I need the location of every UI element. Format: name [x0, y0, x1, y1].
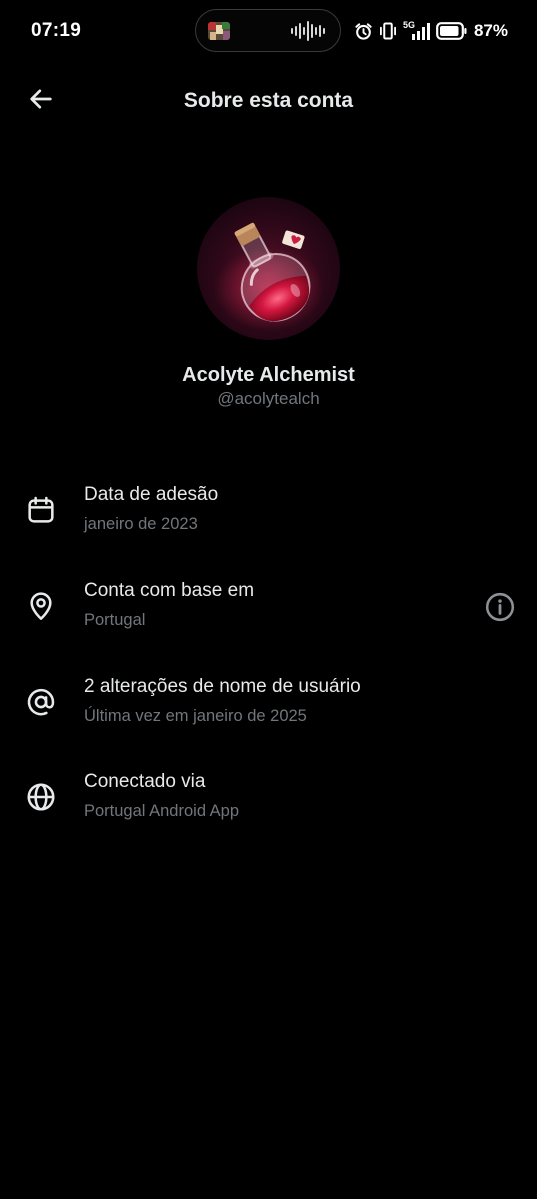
globe-icon [22, 778, 60, 816]
status-time: 07:19 [31, 20, 82, 41]
info-title: Conectado via [84, 771, 206, 792]
info-item-account-location: Conta com base em Portugal [0, 580, 537, 660]
display-name: Acolyte Alchemist [182, 364, 355, 386]
at-sign-icon [22, 683, 60, 721]
media-thumbnail-icon [208, 22, 230, 40]
dynamic-island[interactable] [195, 9, 341, 52]
battery-icon [436, 22, 467, 40]
info-title: Data de adesão [84, 484, 219, 505]
info-title: Conta com base em [84, 580, 255, 601]
signal-5g-icon: 5G [403, 20, 431, 42]
status-bar: 07:19 5G 87% [0, 0, 537, 62]
audio-wave-icon [290, 20, 328, 42]
info-circle-icon[interactable] [483, 590, 517, 624]
battery-percentage: 87% [473, 21, 508, 40]
info-subtitle: janeiro de 2023 [84, 515, 198, 533]
potion-bottle-avatar[interactable] [197, 197, 340, 340]
location-pin-icon [22, 587, 60, 625]
status-icons: 5G 87% [354, 19, 508, 43]
info-title: 2 alterações de nome de usuário [84, 676, 361, 697]
info-item-connected-via: Conectado via Portugal Android App [0, 771, 537, 851]
info-item-join-date: Data de adesão janeiro de 2023 [0, 484, 537, 564]
info-subtitle: Portugal [84, 611, 146, 629]
info-subtitle: Portugal Android App [84, 802, 240, 820]
alarm-icon [354, 22, 373, 41]
username-handle: @acolytealch [217, 389, 320, 408]
info-subtitle: Última vez em janeiro de 2025 [84, 707, 307, 725]
calendar-icon [22, 491, 60, 529]
info-item-username-changes: 2 alterações de nome de usuário Última v… [0, 676, 537, 756]
vibrate-icon [378, 21, 398, 41]
top-app-bar: Sobre esta conta [0, 72, 537, 130]
page-title: Sobre esta conta [183, 89, 354, 112]
